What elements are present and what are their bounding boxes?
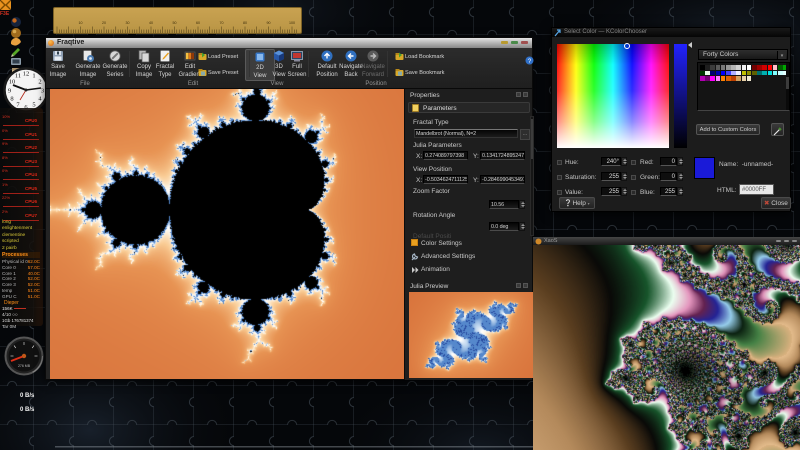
svg-text:8: 8 — [10, 96, 13, 103]
svg-text:40: 40 — [149, 21, 153, 25]
svg-text:2: 2 — [38, 79, 41, 86]
svg-text:90: 90 — [267, 21, 271, 25]
svg-text:12: 12 — [23, 71, 30, 78]
svg-text:276 MB: 276 MB — [18, 364, 31, 368]
svg-text:3: 3 — [41, 88, 44, 95]
svg-text:60: 60 — [196, 21, 200, 25]
svg-text:10: 10 — [79, 21, 83, 25]
svg-text:30: 30 — [126, 21, 130, 25]
svg-text:11: 11 — [15, 73, 21, 80]
svg-text:70: 70 — [220, 21, 224, 25]
svg-text:20: 20 — [102, 21, 106, 25]
svg-text:100: 100 — [289, 21, 295, 25]
svg-text:1: 1 — [32, 73, 35, 80]
svg-text:80: 80 — [243, 21, 247, 25]
svg-text:F3E: F3E — [0, 11, 10, 17]
svg-text:9: 9 — [8, 88, 11, 95]
svg-text:50: 50 — [173, 21, 177, 25]
